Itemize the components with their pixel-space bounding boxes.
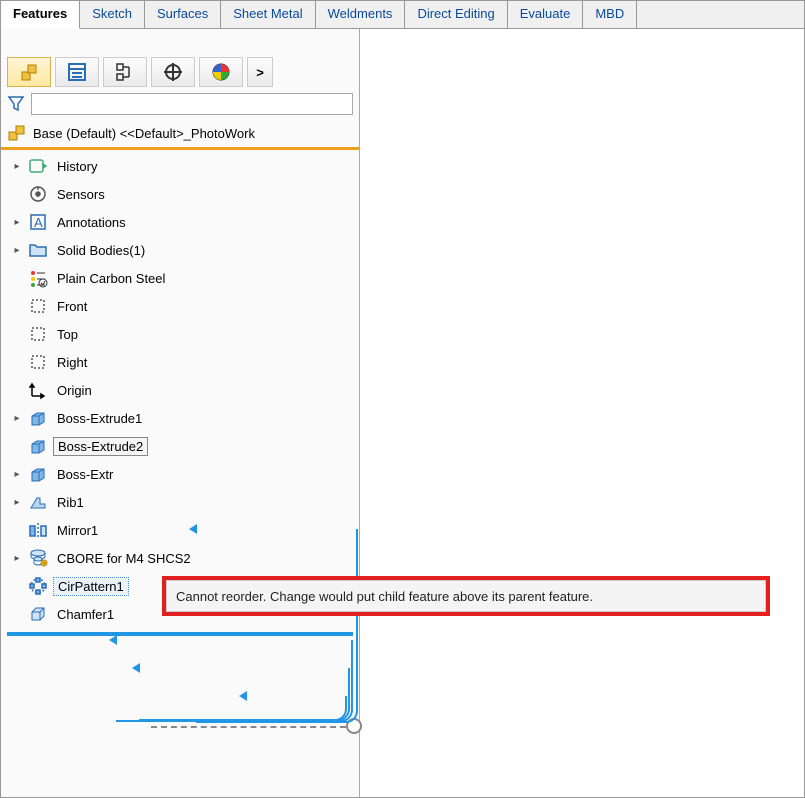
tree-item-boss-extrude1[interactable]: ▸ Boss-Extrude1	[1, 404, 359, 432]
circpattern-icon	[27, 575, 49, 597]
feature-manager-panel: > Base (Default) <<Default>_PhotoWork ▸ …	[1, 29, 360, 797]
expand-toggle[interactable]: ▸	[11, 469, 23, 480]
sensor-icon	[27, 183, 49, 205]
tooltip-text: Cannot reorder. Change would put child f…	[176, 589, 593, 604]
rollback-bar[interactable]	[7, 632, 353, 636]
tree-item-boss-extrude3[interactable]: ▸ Boss-Extr	[1, 460, 359, 488]
displaymanager-tab-icon[interactable]	[199, 57, 243, 87]
command-tab-bar: Features Sketch Surfaces Sheet Metal Wel…	[1, 1, 804, 29]
tab-directediting[interactable]: Direct Editing	[405, 1, 507, 28]
tab-mbd[interactable]: MBD	[583, 1, 637, 28]
tree-item-label: Origin	[53, 382, 96, 399]
tree-root[interactable]: Base (Default) <<Default>_PhotoWork	[1, 119, 359, 150]
tree-item-rib1[interactable]: ▸ Rib1	[1, 488, 359, 516]
expand-toggle[interactable]: ▸	[11, 161, 23, 172]
tree-item-label: Sensors	[53, 186, 109, 203]
tree-item-label: Boss-Extrude2	[53, 437, 148, 456]
tree-item-label: CirPattern1	[53, 577, 129, 596]
featuremanager-tab-icon[interactable]	[7, 57, 51, 87]
mirror-icon	[27, 519, 49, 541]
expand-toggle[interactable]: ▸	[11, 245, 23, 256]
tree-item-history[interactable]: ▸ History	[1, 152, 359, 180]
tree-item-label: CBORE for M4 SHCS2	[53, 550, 195, 567]
tree-item-label: Front	[53, 298, 91, 315]
tree-item-front[interactable]: ▸ Front	[1, 292, 359, 320]
root-label: Base (Default) <<Default>_PhotoWork	[33, 126, 255, 141]
folder-icon	[27, 239, 49, 261]
graphics-area[interactable]	[360, 29, 804, 797]
feature-tree: ▸ History ▸ Sensors ▸ A Annotations ▸ So…	[1, 150, 359, 630]
plane-icon	[27, 351, 49, 373]
history-icon	[27, 155, 49, 177]
annotation-icon: A	[27, 211, 49, 233]
tab-surfaces[interactable]: Surfaces	[145, 1, 221, 28]
propertymanager-tab-icon[interactable]	[55, 57, 99, 87]
panel-overflow-icon[interactable]: >	[247, 57, 273, 87]
reorder-error-tooltip: Cannot reorder. Change would put child f…	[162, 576, 770, 616]
tree-item-label: Solid Bodies(1)	[53, 242, 149, 259]
tree-item-annotations[interactable]: ▸ A Annotations	[1, 208, 359, 236]
tree-item-mirror1[interactable]: ▸ Mirror1	[1, 516, 359, 544]
plane-icon	[27, 295, 49, 317]
tree-item-label: Chamfer1	[53, 606, 118, 623]
extrude-icon	[27, 463, 49, 485]
dimxpert-tab-icon[interactable]	[151, 57, 195, 87]
expand-toggle[interactable]: ▸	[11, 413, 23, 424]
plane-icon	[27, 323, 49, 345]
tree-item-label: Mirror1	[53, 522, 102, 539]
tree-item-origin[interactable]: ▸ Origin	[1, 376, 359, 404]
filter-input[interactable]	[31, 93, 353, 115]
tree-item-sensors[interactable]: ▸ Sensors	[1, 180, 359, 208]
part-icon	[7, 123, 27, 143]
chamfer-icon	[27, 603, 49, 625]
tree-item-boss-extrude2[interactable]: ▸ Boss-Extrude2	[1, 432, 359, 460]
tree-item-label: Right	[53, 354, 91, 371]
tab-sketch[interactable]: Sketch	[80, 1, 145, 28]
tab-weldments[interactable]: Weldments	[316, 1, 406, 28]
tree-item-label: Boss-Extr	[53, 466, 117, 483]
tree-item-top[interactable]: ▸ Top	[1, 320, 359, 348]
expand-toggle[interactable]: ▸	[11, 553, 23, 564]
tree-item-cbore[interactable]: ▸ CBORE for M4 SHCS2	[1, 544, 359, 572]
filter-icon[interactable]	[7, 95, 25, 113]
tab-sheetmetal[interactable]: Sheet Metal	[221, 1, 315, 28]
tree-item-right[interactable]: ▸ Right	[1, 348, 359, 376]
tree-item-label: Annotations	[53, 214, 130, 231]
tree-item-solidbodies[interactable]: ▸ Solid Bodies(1)	[1, 236, 359, 264]
expand-toggle[interactable]: ▸	[11, 217, 23, 228]
material-icon	[27, 267, 49, 289]
tree-item-label: Top	[53, 326, 82, 343]
tree-item-label: Rib1	[53, 494, 88, 511]
tree-item-label: Boss-Extrude1	[53, 410, 146, 427]
svg-text:A: A	[34, 215, 43, 230]
tab-features[interactable]: Features	[1, 1, 80, 29]
tree-item-material[interactable]: ▸ Plain Carbon Steel	[1, 264, 359, 292]
panel-tab-bar: >	[1, 53, 359, 91]
expand-toggle[interactable]: ▸	[11, 497, 23, 508]
extrude-icon	[27, 407, 49, 429]
origin-icon	[27, 379, 49, 401]
hole-icon	[27, 547, 49, 569]
configmanager-tab-icon[interactable]	[103, 57, 147, 87]
tree-item-label: History	[53, 158, 101, 175]
tree-item-label: Plain Carbon Steel	[53, 270, 169, 287]
extrude-icon	[27, 435, 49, 457]
rib-icon	[27, 491, 49, 513]
tab-evaluate[interactable]: Evaluate	[508, 1, 584, 28]
